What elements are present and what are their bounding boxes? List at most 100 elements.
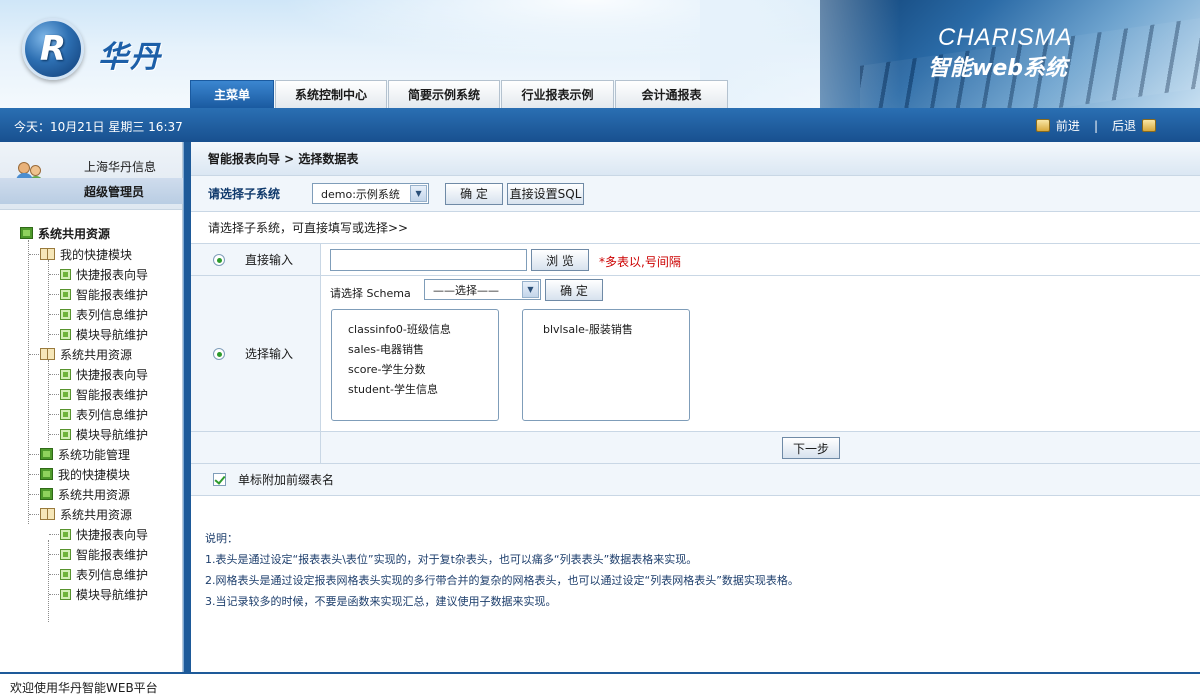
forward-icon[interactable]	[1035, 119, 1050, 132]
tree-node-my-shortcuts[interactable]: 我的快捷模块	[40, 245, 132, 263]
direct-input-radio[interactable]	[213, 253, 225, 266]
footer-text: 欢迎使用华丹智能WEB平台	[10, 680, 158, 695]
suffix-option-row: 单标附加前缀表名	[191, 464, 1200, 496]
table-list-right[interactable]: blvlsale-服装销售	[522, 309, 690, 421]
tab-brief-examples[interactable]: 简要示例系统	[388, 80, 500, 108]
main-content: 智能报表向导 > 选择数据表 请选择子系统 demo:示例系统 ▼ 确 定 直接…	[191, 142, 1200, 672]
next-row: 下一步	[321, 432, 1200, 464]
tree-leaf-quick-wizard[interactable]: 快捷报表向导	[60, 525, 148, 543]
page-icon	[60, 588, 71, 600]
list-item[interactable]: sales-电器销售	[348, 340, 498, 360]
page-icon	[60, 548, 71, 560]
page-icon	[60, 428, 71, 440]
back-link[interactable]: 后退	[1112, 117, 1136, 134]
list-item[interactable]: blvlsale-服装销售	[543, 320, 689, 340]
user-role: 超级管理员	[0, 178, 183, 204]
tree-node-my-shortcuts-2[interactable]: 我的快捷模块	[40, 465, 130, 483]
page-icon	[60, 288, 71, 300]
note-line: 3.当记录较多的时候，不要是函数来实现汇总，建议使用子数据来实现。	[205, 595, 557, 608]
table-list-left[interactable]: classinfo0-班级信息 sales-电器销售 score-学生分数 st…	[331, 309, 499, 421]
list-item[interactable]: score-学生分数	[348, 360, 498, 380]
tree-leaf-nav-maintenance[interactable]: 模块导航维护	[60, 325, 148, 343]
top-status-bar: 今天：10月21日 星期三 16:37 前进 | 后退	[0, 108, 1200, 142]
select-input-label: 选择输入	[245, 347, 294, 361]
header-banner: R 华丹 CHARISMA 智能web系统 主菜单 系统控制中心 简要示例系统 …	[0, 0, 1200, 108]
tree-node-shared-resources-2[interactable]: 系统共用资源	[40, 345, 132, 363]
chevron-down-icon: ▼	[522, 281, 539, 298]
tree-leaf-column-maintenance[interactable]: 表列信息维护	[60, 405, 148, 423]
table-name-input[interactable]	[330, 249, 527, 271]
tree-leaf-quick-wizard[interactable]: 快捷报表向导	[60, 365, 148, 383]
nav-separator: |	[1093, 118, 1098, 133]
tree-leaf-report-maintenance[interactable]: 智能报表维护	[60, 545, 148, 563]
suffix-checkbox[interactable]	[213, 473, 226, 486]
back-icon[interactable]	[1142, 119, 1156, 132]
breadcrumb: 智能报表向导 > 选择数据表	[191, 142, 1200, 176]
select-input-cell: 选择输入	[191, 276, 321, 432]
logo-icon: R	[22, 18, 84, 80]
select-input-field-cell: 请选择 Schema ——选择—— ▼ 确 定 classinfo0-班级信息 …	[321, 276, 1200, 432]
tab-system-control[interactable]: 系统控制中心	[275, 80, 387, 108]
tree-node-shared-resources-3[interactable]: 系统共用资源	[40, 485, 130, 503]
schema-label: 请选择 Schema	[330, 287, 411, 300]
sidebar-splitter[interactable]	[183, 142, 191, 672]
brand-english: CHARISMA	[938, 24, 1073, 51]
tree-leaf-nav-maintenance[interactable]: 模块导航维护	[60, 425, 148, 443]
schema-confirm-button[interactable]: 确 定	[545, 279, 603, 301]
tree-node-shared-resources[interactable]: 系统共用资源	[20, 224, 110, 242]
tree-leaf-report-maintenance[interactable]: 智能报表维护	[60, 385, 148, 403]
book-icon	[40, 248, 55, 260]
direct-input-label: 直接输入	[245, 253, 294, 267]
page-icon	[60, 568, 71, 580]
page-icon	[60, 408, 71, 420]
instructions: 说明： 1.表头是通过设定“报表表头\表位”实现的，对于复t杂表头，也可以痛多“…	[205, 528, 799, 612]
history-nav: 前进 | 后退	[1035, 117, 1156, 134]
chevron-down-icon: ▼	[410, 185, 428, 202]
company-name: 上海华丹信息	[84, 160, 157, 174]
forward-link[interactable]: 前进	[1056, 117, 1080, 134]
subsystem-label: 请选择子系统	[208, 187, 281, 201]
tree-node-system-functions[interactable]: 系统功能管理	[40, 445, 130, 463]
tree-leaf-column-maintenance[interactable]: 表列信息维护	[60, 305, 148, 323]
schema-select[interactable]: ——选择—— ▼	[424, 279, 541, 300]
next-button[interactable]: 下一步	[782, 437, 840, 459]
direct-input-note: *多表以,号间隔	[599, 255, 681, 269]
list-item[interactable]: student-学生信息	[348, 380, 498, 400]
note-line: 2.网格表头是通过设定报表网格表头实现的多行带合并的复杂的网格表头，也可以通过设…	[205, 574, 799, 587]
page-icon	[60, 368, 71, 380]
direct-input-cell: 直接输入	[191, 244, 321, 276]
subsystem-hint: 请选择子系统，可直接填写或选择>>	[191, 212, 1200, 244]
page-icon	[60, 268, 71, 280]
user-panel: 上海华丹信息 超级管理员	[0, 142, 183, 210]
tab-accounting-reports[interactable]: 会计通报表	[615, 80, 728, 108]
tree-leaf-quick-wizard[interactable]: 快捷报表向导	[60, 265, 148, 283]
browse-button[interactable]: 浏 览	[531, 249, 589, 271]
main-tabs: 主菜单 系统控制中心 简要示例系统 行业报表示例 会计通报表	[190, 80, 729, 108]
page-icon	[60, 328, 71, 340]
list-item[interactable]: classinfo0-班级信息	[348, 320, 498, 340]
tree-leaf-report-maintenance[interactable]: 智能报表维护	[60, 285, 148, 303]
tree-node-shared-resources-4[interactable]: 系统共用资源	[40, 505, 132, 523]
folder-green-icon	[40, 448, 53, 460]
tree-leaf-nav-maintenance[interactable]: 模块导航维护	[60, 585, 148, 603]
confirm-button[interactable]: 确 定	[445, 182, 504, 205]
folder-green-icon	[20, 227, 33, 239]
sidebar: 上海华丹信息 超级管理员 系统共用资源 我的快捷模块 快捷报表向导 智能报表维护…	[0, 142, 183, 672]
folder-green-icon	[40, 468, 53, 480]
tree-leaf-column-maintenance[interactable]: 表列信息维护	[60, 565, 148, 583]
note-line: 1.表头是通过设定“报表表头\表位”实现的，对于复t杂表头，也可以痛多“列表表头…	[205, 553, 698, 566]
logo-text: 华丹	[98, 40, 162, 75]
book-icon	[40, 508, 55, 520]
select-input-radio[interactable]	[213, 347, 225, 360]
tab-industry-reports[interactable]: 行业报表示例	[501, 80, 614, 108]
direct-input-field-cell: 浏 览 *多表以,号间隔	[321, 244, 1200, 276]
tab-main-menu[interactable]: 主菜单	[190, 80, 274, 108]
footer: 欢迎使用华丹智能WEB平台	[0, 672, 1200, 700]
book-icon	[40, 348, 55, 360]
subsystem-select[interactable]: demo:示例系统 ▼	[312, 183, 430, 204]
direct-sql-button[interactable]: 直接设置SQL	[507, 182, 585, 205]
page-icon	[60, 308, 71, 320]
suffix-label: 单标附加前缀表名	[238, 473, 335, 487]
page-icon	[60, 528, 71, 540]
notes-title: 说明：	[205, 532, 238, 545]
